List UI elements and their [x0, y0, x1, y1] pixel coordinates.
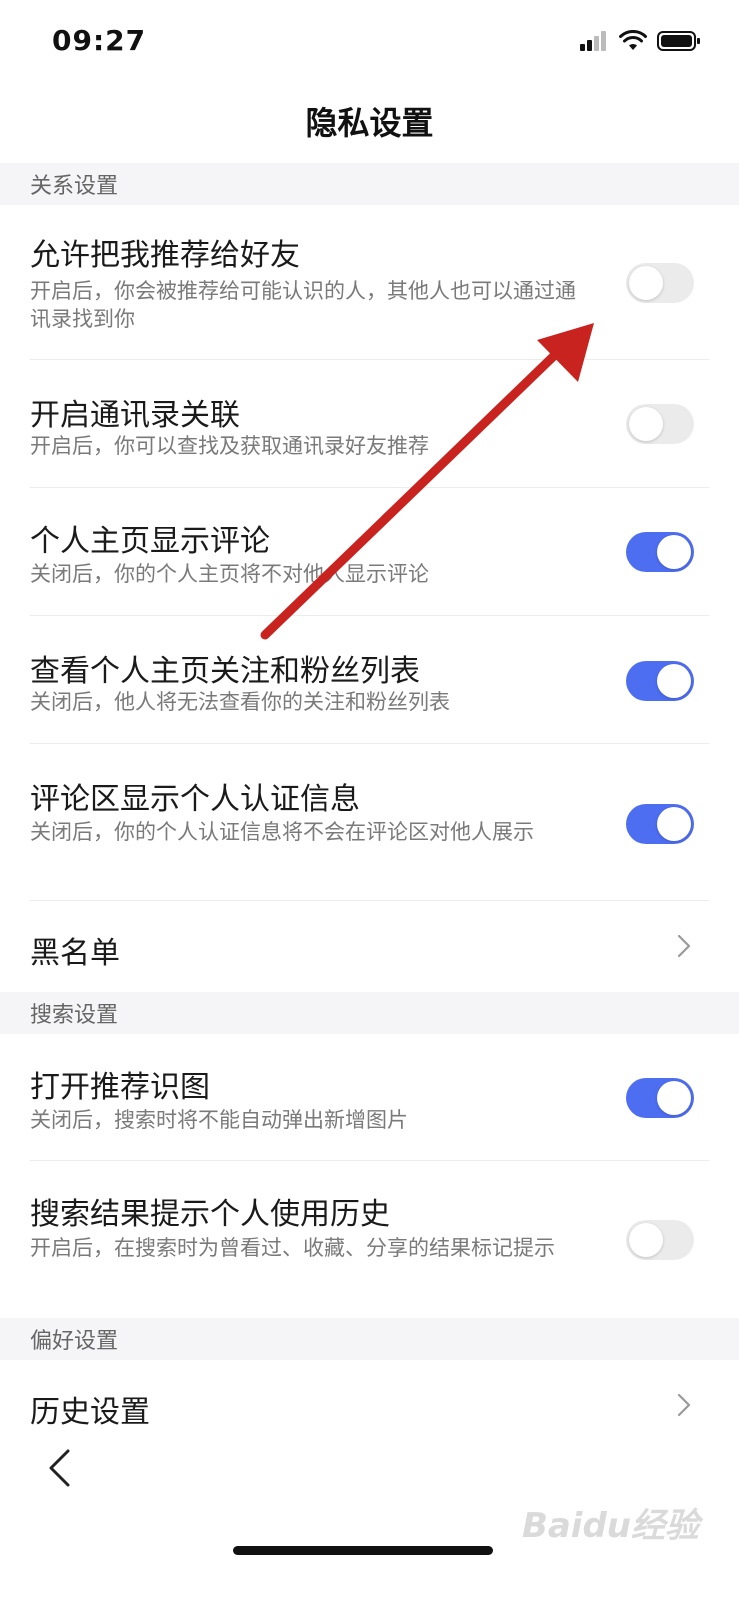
watermark: Baidu经验 [521, 1506, 699, 1546]
cellular-signal-icon [580, 31, 606, 51]
toggle-profile-comments[interactable] [626, 532, 694, 572]
row-title: 个人主页显示评论 [30, 524, 270, 559]
setting-row-recommend-me: 允许把我推荐给好友 开启后，你会被推荐给可能认识的人，其他人也可以通过通讯录找到… [0, 205, 739, 360]
toggle-knob [657, 664, 691, 698]
status-time: 09:27 [52, 24, 147, 57]
row-title: 黑名单 [30, 936, 120, 971]
status-bar: 09:27 [0, 0, 739, 90]
setting-row-comment-cert: 评论区显示个人认证信息 关闭后，你的个人认证信息将不会在评论区对他人展示 [0, 744, 739, 901]
home-indicator[interactable] [233, 1546, 493, 1555]
row-description: 关闭后，你的个人主页将不对他人显示评论 [30, 562, 429, 586]
toggle-contacts-link[interactable] [626, 404, 694, 444]
setting-row-history-settings[interactable]: 历史设置 [0, 1360, 739, 1430]
toggle-knob [629, 407, 663, 441]
setting-row-follow-fans-list: 查看个人主页关注和粉丝列表 关闭后，他人将无法查看你的关注和粉丝列表 [0, 616, 739, 744]
row-title: 评论区显示个人认证信息 [30, 782, 360, 817]
row-title: 开启通讯录关联 [30, 398, 240, 433]
row-description: 关闭后，你的个人认证信息将不会在评论区对他人展示 [30, 820, 534, 844]
section-header-preference: 偏好设置 [0, 1318, 739, 1360]
row-description: 开启后，你可以查找及获取通讯录好友推荐 [30, 434, 429, 458]
toggle-recommend-me[interactable] [626, 263, 694, 303]
chevron-right-icon [677, 934, 691, 958]
toggle-knob [629, 1223, 663, 1257]
toggle-follow-fans-list[interactable] [626, 661, 694, 701]
row-title: 允许把我推荐给好友 [30, 238, 300, 273]
chevron-right-icon [677, 1393, 691, 1417]
row-description: 关闭后，他人将无法查看你的关注和粉丝列表 [30, 690, 450, 714]
section-header-search: 搜索设置 [0, 992, 739, 1034]
toggle-search-history[interactable] [626, 1220, 694, 1260]
row-title: 打开推荐识图 [30, 1070, 210, 1105]
wifi-icon [619, 30, 647, 50]
row-title: 查看个人主页关注和粉丝列表 [30, 654, 420, 689]
page-title: 隐私设置 [305, 104, 434, 142]
row-title: 搜索结果提示个人使用历史 [30, 1197, 390, 1232]
toggle-knob [657, 1081, 691, 1115]
setting-row-blacklist[interactable]: 黑名单 [0, 901, 739, 992]
toggle-recommend-image[interactable] [626, 1078, 694, 1118]
setting-row-search-history: 搜索结果提示个人使用历史 开启后，在搜索时为曾看过、收藏、分享的结果标记提示 [0, 1161, 739, 1318]
toggle-knob [657, 535, 691, 569]
toggle-knob [629, 266, 663, 300]
back-arrow-icon[interactable] [44, 1448, 74, 1488]
row-description: 开启后，你会被推荐给可能认识的人，其他人也可以通过通讯录找到你 [30, 279, 576, 331]
row-description: 开启后，在搜索时为曾看过、收藏、分享的结果标记提示 [30, 1236, 555, 1260]
toggle-comment-cert[interactable] [626, 804, 694, 844]
setting-row-profile-comments: 个人主页显示评论 关闭后，你的个人主页将不对他人显示评论 [0, 488, 739, 616]
section-header-relation: 关系设置 [0, 163, 739, 205]
setting-row-recommend-image: 打开推荐识图 关闭后，搜索时将不能自动弹出新增图片 [0, 1034, 739, 1161]
toggle-knob [657, 807, 691, 841]
battery-icon [657, 31, 700, 51]
row-description: 关闭后，搜索时将不能自动弹出新增图片 [30, 1108, 408, 1132]
status-icons [579, 30, 701, 52]
setting-row-contacts-link: 开启通讯录关联 开启后，你可以查找及获取通讯录好友推荐 [0, 360, 739, 488]
